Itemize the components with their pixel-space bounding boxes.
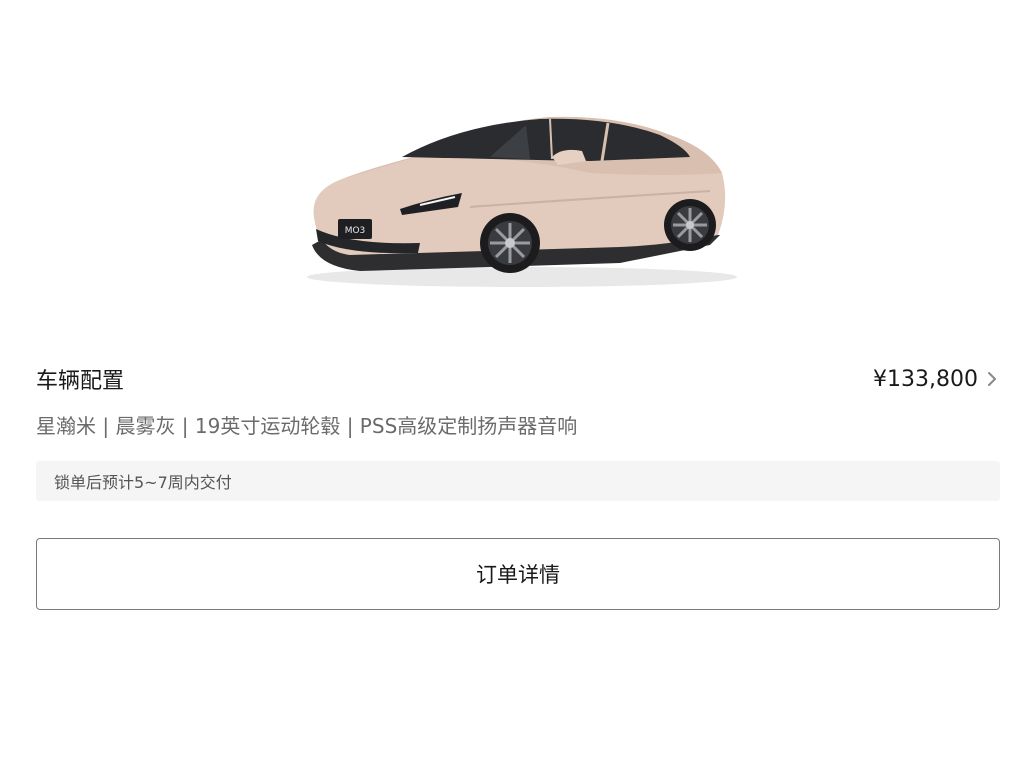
- vehicle-config-title: 车辆配置: [36, 369, 125, 394]
- header-fragment: · · · ·: [36, 0, 99, 11]
- vehicle-specs: 星瀚米 | 晨雾灰 | 19英寸运动轮毂 | PSS高级定制扬声器音响: [36, 414, 578, 438]
- delivery-notice: 锁单后预计5~7周内交付: [36, 461, 1000, 501]
- plate-text: MO3: [345, 226, 366, 236]
- order-details-button[interactable]: 订单详情: [36, 538, 1000, 610]
- order-page: · · · · MO3: [0, 0, 1036, 777]
- price-link[interactable]: ¥133,800: [873, 367, 1000, 392]
- chevron-right-icon: [988, 372, 996, 386]
- vehicle-config-row: 车辆配置 ¥133,800: [36, 362, 1000, 396]
- price-value: ¥133,800: [873, 366, 978, 392]
- car-image: MO3: [290, 95, 750, 305]
- delivery-text: 锁单后预计5~7周内交付: [54, 473, 232, 492]
- car-illustration: MO3: [307, 116, 737, 287]
